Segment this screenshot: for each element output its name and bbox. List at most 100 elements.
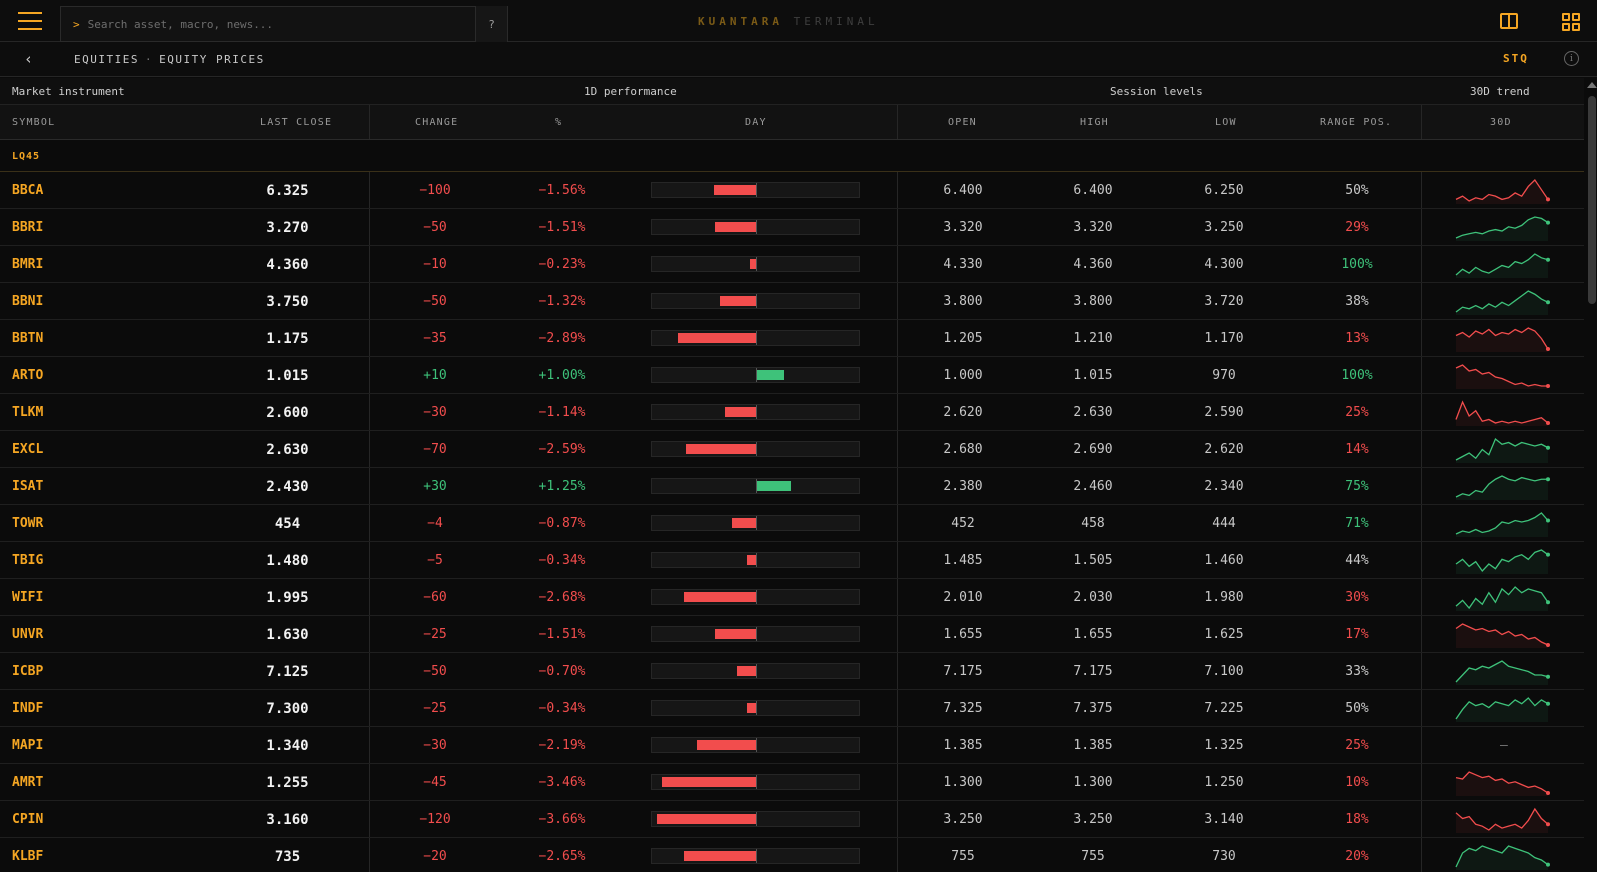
cell-low: 3.140: [1204, 812, 1244, 827]
cell-range-pos: 25%: [1345, 405, 1369, 420]
table-row[interactable]: BBCA 6.325 −100 −1.56% 6.400 6.400 6.250 50%: [0, 172, 1584, 209]
table-row[interactable]: ISAT 2.430 +30 +1.25% 2.380 2.460 2.340 75%: [0, 468, 1584, 505]
sparkline-end-dot: [1546, 300, 1550, 305]
cell-last-close: 2.600: [266, 405, 309, 421]
cell-symbol[interactable]: ARTO: [12, 368, 43, 383]
cell-high: 7.175: [1073, 664, 1113, 679]
cell-pct: −0.70%: [538, 664, 586, 679]
split-view-icon[interactable]: [1500, 13, 1518, 29]
cell-symbol[interactable]: ICBP: [12, 664, 43, 679]
sparkline-end-dot: [1546, 384, 1550, 388]
help-button[interactable]: ?: [475, 6, 508, 42]
sparkline-end-dot: [1546, 445, 1550, 450]
col-low[interactable]: LOW: [1215, 117, 1237, 128]
scrollbar-thumb[interactable]: [1588, 96, 1596, 304]
cell-pct: −0.34%: [538, 701, 586, 716]
day-bar-fill: [686, 444, 756, 454]
cell-symbol[interactable]: UNVR: [12, 627, 43, 642]
trend-sparkline: [1455, 771, 1550, 796]
sparkline-area: [1456, 328, 1548, 352]
cell-symbol[interactable]: INDF: [12, 701, 43, 716]
cell-symbol[interactable]: KLBF: [12, 849, 43, 864]
table-row[interactable]: MAPI 1.340 −30 −2.19% 1.385 1.385 1.325 25% –: [0, 727, 1584, 764]
cell-pct: −1.56%: [538, 183, 586, 198]
sparkline-area: [1456, 809, 1548, 833]
cell-symbol[interactable]: EXCL: [12, 442, 43, 457]
table-row[interactable]: TLKM 2.600 −30 −1.14% 2.620 2.630 2.590 25%: [0, 394, 1584, 431]
back-chevron-icon[interactable]: ‹: [24, 50, 33, 68]
table-row[interactable]: EXCL 2.630 −70 −2.59% 2.680 2.690 2.620 14%: [0, 431, 1584, 468]
scroll-up-icon[interactable]: [1587, 82, 1597, 88]
col-trend[interactable]: 30D: [1490, 117, 1512, 128]
cell-symbol[interactable]: BBTN: [12, 331, 43, 346]
table-row[interactable]: CPIN 3.160 −120 −3.66% 3.250 3.250 3.140 18%: [0, 801, 1584, 838]
col-pct[interactable]: %: [555, 117, 562, 128]
day-bar-fill: [713, 185, 756, 195]
cell-change: +30: [423, 479, 447, 494]
cell-symbol[interactable]: TLKM: [12, 405, 43, 420]
cell-symbol[interactable]: CPIN: [12, 812, 43, 827]
cell-low: 444: [1212, 516, 1236, 531]
day-performance-bar: [651, 737, 860, 753]
table-row[interactable]: INDF 7.300 −25 −0.34% 7.325 7.375 7.225 50%: [0, 690, 1584, 727]
cell-change: −60: [423, 590, 447, 605]
day-performance-bar: [651, 663, 860, 679]
search-prompt-icon: >: [73, 17, 80, 31]
table-row[interactable]: ICBP 7.125 −50 −0.70% 7.175 7.175 7.100 33%: [0, 653, 1584, 690]
trend-sparkline: [1455, 290, 1550, 315]
cell-open: 2.680: [943, 442, 983, 457]
day-performance-bar: [651, 515, 860, 531]
cell-symbol[interactable]: ISAT: [12, 479, 43, 494]
cell-symbol[interactable]: BBRI: [12, 220, 43, 235]
table-row[interactable]: UNVR 1.630 −25 −1.51% 1.655 1.655 1.625 17%: [0, 616, 1584, 653]
sparkline-end-dot: [1546, 477, 1550, 482]
search-box[interactable]: >: [60, 6, 508, 42]
trend-sparkline: [1455, 400, 1550, 426]
trend-sparkline: [1455, 512, 1550, 537]
table-row[interactable]: ARTO 1.015 +10 +1.00% 1.000 1.015 970 100%: [0, 357, 1584, 394]
cell-symbol[interactable]: AMRT: [12, 775, 43, 790]
cell-symbol[interactable]: WIFI: [12, 590, 43, 605]
cell-low: 970: [1212, 368, 1236, 383]
table-row[interactable]: KLBF 735 −20 −2.65% 755 755 730 20%: [0, 838, 1584, 872]
col-day[interactable]: DAY: [745, 117, 767, 128]
cell-last-close: 1.630: [266, 627, 309, 643]
cell-low: 1.250: [1204, 775, 1244, 790]
trend-sparkline: [1455, 327, 1550, 352]
info-icon[interactable]: i: [1564, 51, 1579, 66]
cell-symbol[interactable]: TOWR: [12, 516, 43, 531]
col-open[interactable]: OPEN: [948, 117, 977, 128]
trend-sparkline: [1455, 178, 1550, 204]
table-row[interactable]: BBNI 3.750 −50 −1.32% 3.800 3.800 3.720 38%: [0, 283, 1584, 320]
table-row[interactable]: TOWR 454 −4 −0.87% 452 458 444 71%: [0, 505, 1584, 542]
cell-symbol[interactable]: BBCA: [12, 183, 43, 198]
col-range-pos[interactable]: RANGE POS.: [1320, 117, 1392, 128]
table-row[interactable]: TBIG 1.480 −5 −0.34% 1.485 1.505 1.460 44%: [0, 542, 1584, 579]
grid-view-icon[interactable]: [1562, 13, 1580, 31]
search-input[interactable]: [79, 17, 460, 31]
day-bar-fill: [715, 629, 756, 639]
cell-pct: −1.14%: [538, 405, 586, 420]
day-bar-fill: [732, 518, 756, 528]
cell-open: 1.655: [943, 627, 983, 642]
group-instrument: Market instrument: [12, 85, 125, 98]
table-row[interactable]: WIFI 1.995 −60 −2.68% 2.010 2.030 1.980 30%: [0, 579, 1584, 616]
table-row[interactable]: BMRI 4.360 −10 −0.23% 4.330 4.360 4.300 100%: [0, 246, 1584, 283]
menu-icon[interactable]: [12, 8, 48, 34]
col-high[interactable]: HIGH: [1080, 117, 1109, 128]
cell-change: −120: [419, 812, 451, 827]
cell-symbol[interactable]: MAPI: [12, 738, 43, 753]
cell-symbol[interactable]: TBIG: [12, 553, 43, 568]
table-row[interactable]: BBRI 3.270 −50 −1.51% 3.320 3.320 3.250 29%: [0, 209, 1584, 246]
day-performance-bar: [651, 404, 860, 420]
cell-symbol[interactable]: BBNI: [12, 294, 43, 309]
source-label[interactable]: STQ: [1503, 52, 1529, 65]
col-change[interactable]: CHANGE: [415, 117, 458, 128]
cell-symbol[interactable]: BMRI: [12, 257, 43, 272]
breadcrumb-section[interactable]: EQUITIES: [74, 53, 139, 66]
table-row[interactable]: BBTN 1.175 −35 −2.89% 1.205 1.210 1.170 13%: [0, 320, 1584, 357]
col-symbol[interactable]: SYMBOL: [12, 117, 55, 128]
table-row[interactable]: AMRT 1.255 −45 −3.46% 1.300 1.300 1.250 10%: [0, 764, 1584, 801]
sparkline-end-dot: [1546, 822, 1550, 827]
col-last-close[interactable]: LAST CLOSE: [260, 117, 332, 128]
